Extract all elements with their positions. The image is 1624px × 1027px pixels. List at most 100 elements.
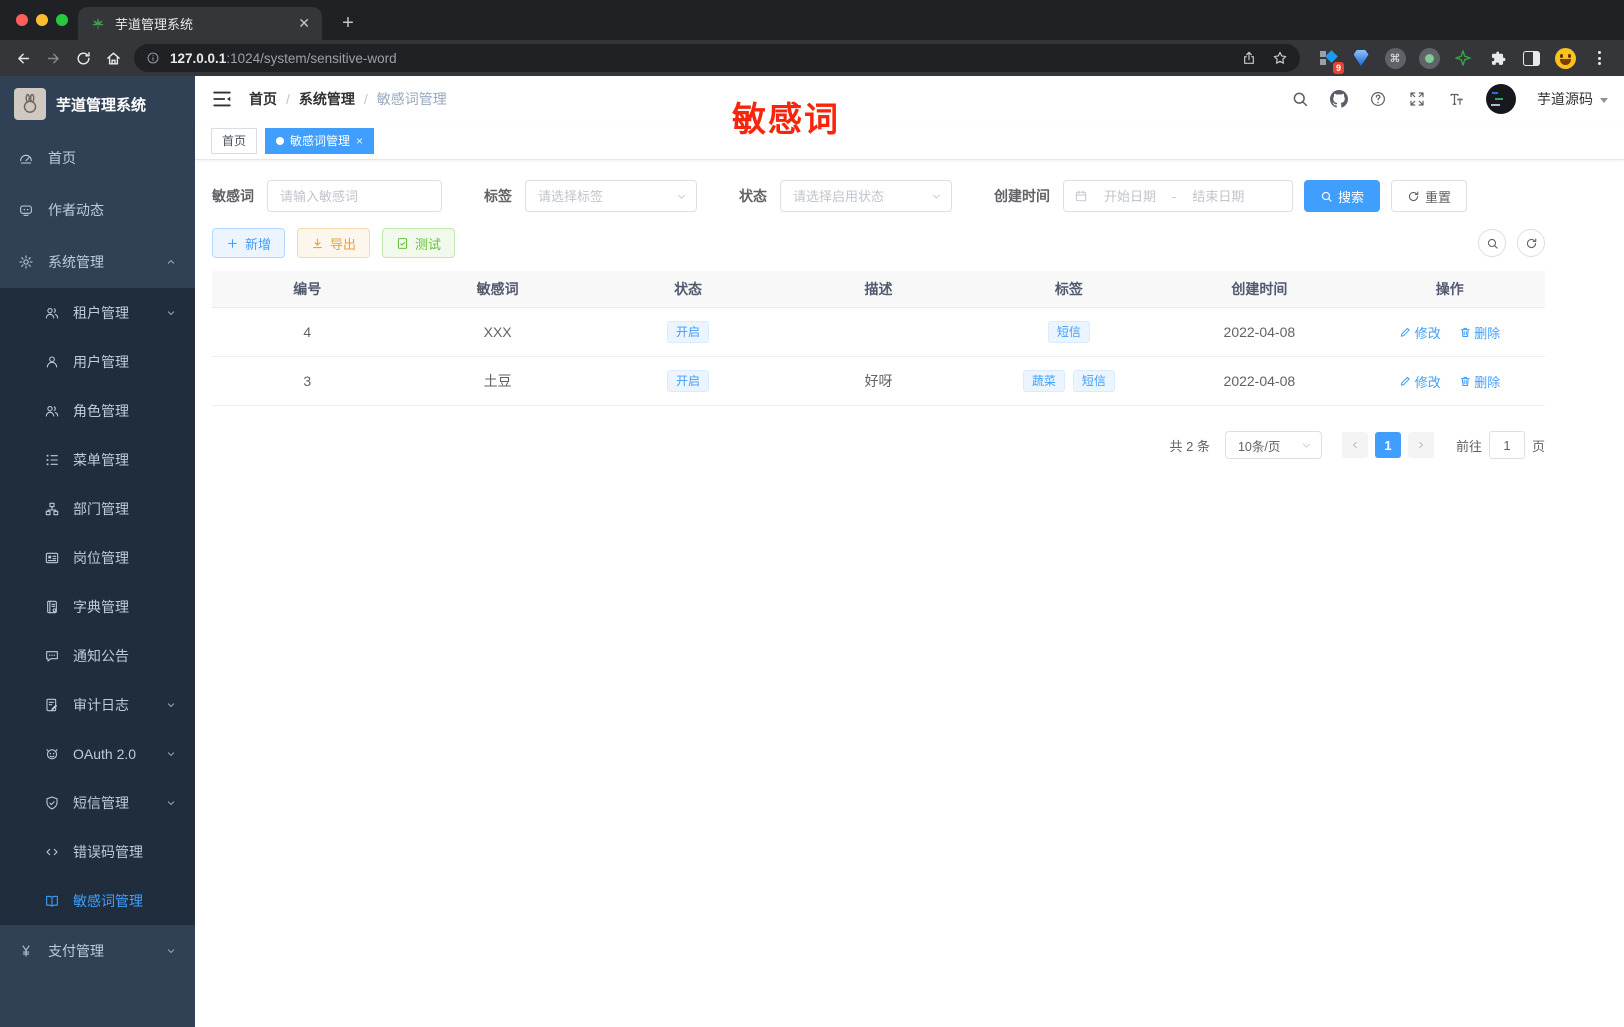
refresh-table-button[interactable]: [1517, 229, 1545, 257]
sidebar-fold-icon[interactable]: [211, 88, 233, 110]
minimize-window-button[interactable]: [36, 14, 48, 26]
sidebar-item-label: 系统管理: [48, 254, 104, 270]
extension-gem-icon[interactable]: [1350, 47, 1372, 69]
browser-reload-button[interactable]: [68, 43, 98, 73]
filter-tag-label: 标签: [484, 188, 512, 204]
sidebar-item-pay[interactable]: 支付管理: [0, 925, 195, 977]
sidebar-item-menu[interactable]: 菜单管理: [0, 435, 195, 484]
pen-icon: [1399, 326, 1412, 339]
tab-close-icon[interactable]: ✕: [298, 15, 310, 32]
sidebar-item-sms[interactable]: 短信管理: [0, 778, 195, 827]
breadcrumb-system[interactable]: 系统管理: [299, 89, 355, 109]
sidebar-item-audit[interactable]: 审计日志: [0, 680, 195, 729]
browser-home-button[interactable]: [98, 43, 128, 73]
url-host: 127.0.0.1: [170, 50, 227, 66]
extension-record-icon[interactable]: [1418, 47, 1440, 69]
status-badge: 开启: [667, 370, 710, 392]
sidebar-item-label: 错误码管理: [73, 843, 143, 860]
status-select[interactable]: [780, 180, 952, 212]
cell-created: 2022-04-08: [1223, 373, 1296, 389]
export-button-label: 导出: [330, 236, 357, 252]
sidebar-item-dict[interactable]: 字典管理: [0, 582, 195, 631]
search-icon[interactable]: [1291, 90, 1309, 108]
sidebar-item-label: 用户管理: [73, 353, 129, 370]
github-icon[interactable]: [1330, 90, 1348, 108]
end-date-input[interactable]: [1182, 188, 1255, 204]
extensions-puzzle-icon[interactable]: [1486, 47, 1508, 69]
site-info-icon[interactable]: [146, 51, 160, 65]
tab-label: 敏感词管理: [290, 134, 351, 148]
browser-back-button[interactable]: [8, 43, 38, 73]
org-tree-icon: [44, 501, 60, 517]
delete-link[interactable]: 删除: [1459, 372, 1500, 391]
next-page-button[interactable]: [1407, 432, 1434, 458]
tab-close-icon[interactable]: ×: [356, 134, 363, 148]
sidebar-item-system[interactable]: 系统管理: [0, 236, 195, 288]
sidebar-item-label: OAuth 2.0: [73, 745, 137, 762]
edit-link[interactable]: 修改: [1399, 323, 1441, 342]
browser-tab[interactable]: 芋道管理系统 ✕: [78, 7, 322, 40]
page-number-1[interactable]: 1: [1374, 432, 1401, 458]
user-avatar[interactable]: [1486, 84, 1516, 114]
tag-select[interactable]: [525, 180, 697, 212]
logo-rabbit-icon: [14, 88, 46, 120]
browser-tab-title: 芋道管理系统: [115, 17, 194, 32]
search-icon: [1320, 190, 1333, 203]
goto-unit-label: 页: [1531, 438, 1545, 454]
edit-link[interactable]: 修改: [1399, 372, 1441, 391]
export-button[interactable]: 导出: [297, 228, 371, 258]
address-bar[interactable]: 127.0.0.1:1024/system/sensitive-word: [134, 44, 1300, 72]
zoom-window-button[interactable]: [56, 14, 68, 26]
extension-green-star-icon[interactable]: [1452, 47, 1474, 69]
cell-desc: 好呀: [864, 373, 893, 389]
user-menu[interactable]: 芋道源码: [1537, 89, 1608, 109]
breadcrumb-home[interactable]: 首页: [249, 89, 277, 109]
sidebar-item-author[interactable]: 作者动态: [0, 184, 195, 236]
prev-page-button[interactable]: [1341, 432, 1368, 458]
new-tab-button[interactable]: +: [334, 9, 362, 37]
browser-titlebar: 芋道管理系统 ✕ +: [0, 0, 1624, 40]
start-date-input[interactable]: [1094, 188, 1166, 204]
sidebar-item-home[interactable]: 首页: [0, 132, 195, 184]
sidebar-item-sensitive-word[interactable]: 敏感词管理: [0, 876, 195, 925]
sidebar-item-errcode[interactable]: 错误码管理: [0, 827, 195, 876]
profile-avatar-icon[interactable]: [1554, 47, 1576, 69]
date-range-picker[interactable]: -: [1063, 180, 1293, 212]
help-question-icon[interactable]: [1369, 90, 1387, 108]
side-panel-icon[interactable]: [1520, 47, 1542, 69]
sidebar-item-dept[interactable]: 部门管理: [0, 484, 195, 533]
word-input[interactable]: [267, 180, 442, 212]
sidebar-item-user[interactable]: 用户管理: [0, 337, 195, 386]
fullscreen-icon[interactable]: [1408, 90, 1426, 108]
browser-forward-button[interactable]: [38, 43, 68, 73]
search-button[interactable]: 搜索: [1304, 180, 1381, 212]
toggle-search-button[interactable]: [1478, 229, 1506, 257]
browser-menu-icon[interactable]: [1588, 47, 1610, 69]
sidebar-item-label: 敏感词管理: [73, 892, 143, 909]
delete-link[interactable]: 删除: [1459, 323, 1500, 342]
goto-page-input[interactable]: [1488, 431, 1525, 459]
sidebar-item-role[interactable]: 角色管理: [0, 386, 195, 435]
sidebar-item-oauth[interactable]: OAuth 2.0: [0, 729, 195, 778]
font-size-icon[interactable]: [1447, 90, 1465, 108]
sidebar-item-notice[interactable]: 通知公告: [0, 631, 195, 680]
extension-grid-icon[interactable]: 9: [1316, 47, 1344, 74]
close-window-button[interactable]: [16, 14, 28, 26]
tab-sensitive-word[interactable]: 敏感词管理 ×: [265, 127, 375, 154]
share-icon[interactable]: [1241, 50, 1257, 66]
window-controls[interactable]: [16, 14, 68, 26]
sidebar-item-label: 岗位管理: [73, 549, 129, 566]
page-size-select[interactable]: [1224, 431, 1322, 459]
app-logo[interactable]: 芋道管理系统: [0, 76, 195, 132]
table-toolbar: 新增 导出 测试: [212, 228, 1545, 258]
reset-button[interactable]: 重置: [1391, 180, 1468, 212]
extension-command-icon[interactable]: ⌘: [1384, 47, 1406, 69]
bookmark-star-icon[interactable]: [1272, 50, 1288, 66]
add-button[interactable]: 新增: [212, 228, 286, 258]
test-button[interactable]: 测试: [382, 228, 456, 258]
filter-word-label: 敏感词: [212, 188, 254, 204]
sidebar-item-tenant[interactable]: 租户管理: [0, 288, 195, 337]
tab-home[interactable]: 首页: [211, 127, 258, 154]
add-button-label: 新增: [245, 236, 272, 252]
sidebar-item-post[interactable]: 岗位管理: [0, 533, 195, 582]
